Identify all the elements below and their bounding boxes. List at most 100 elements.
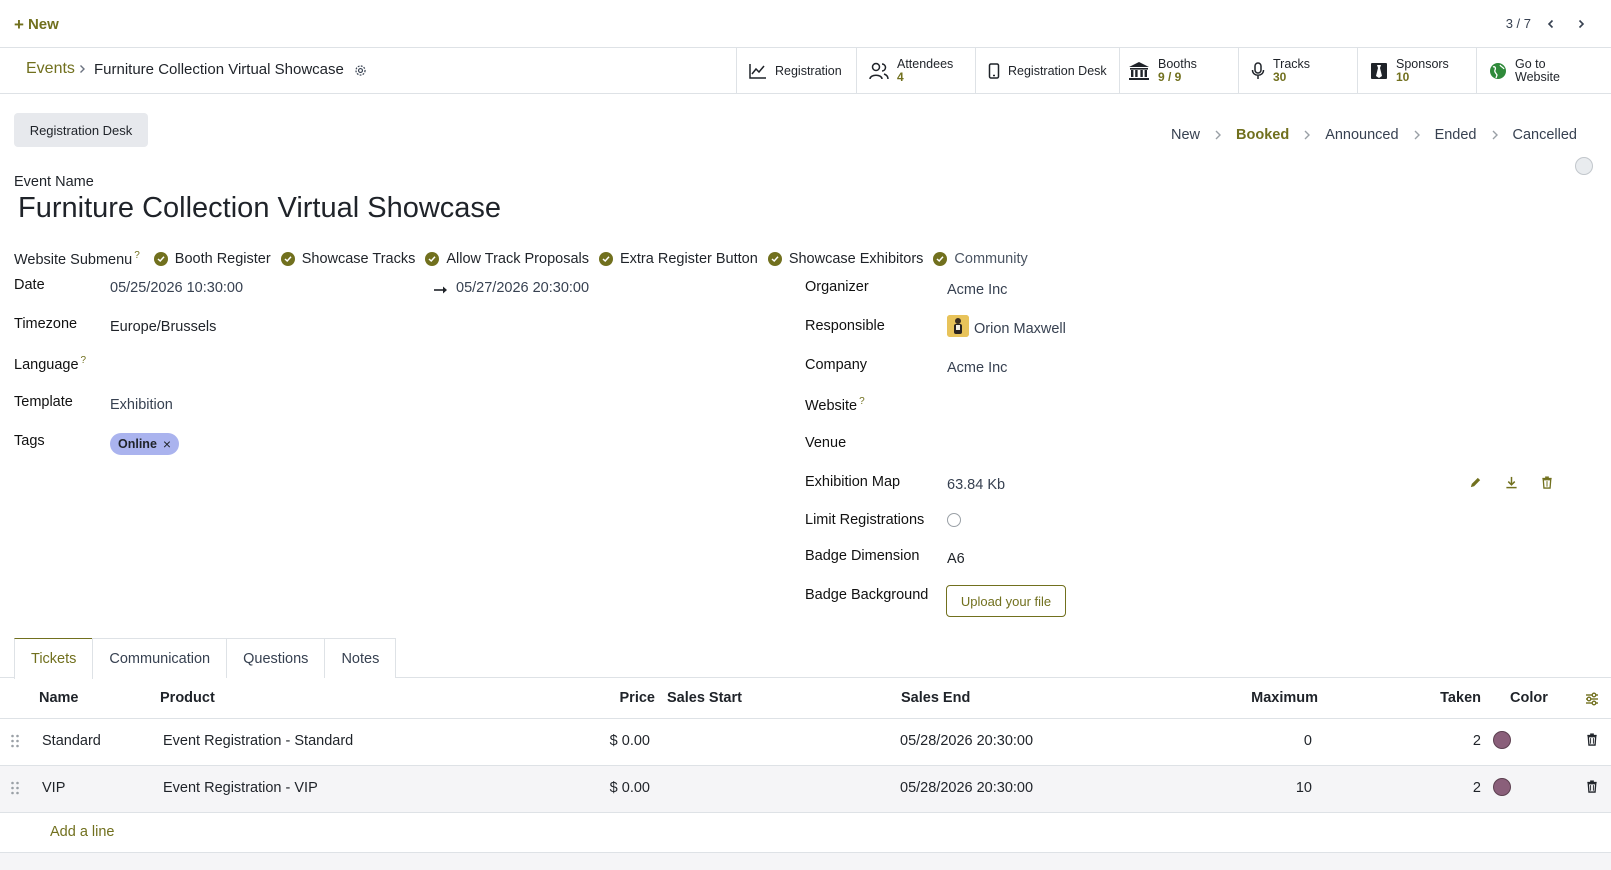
- ticket-price[interactable]: $ 0.00: [610, 780, 650, 796]
- gear-icon[interactable]: [354, 64, 367, 77]
- submenu-checkbox-community[interactable]: Community: [933, 251, 1028, 267]
- organizer-label: Organizer: [805, 279, 869, 295]
- stage-new[interactable]: New: [1171, 127, 1200, 143]
- submenu-item-label: Extra Register Button: [619, 250, 758, 267]
- tab-notes[interactable]: Notes: [324, 638, 397, 678]
- language-label: Language?: [14, 355, 87, 373]
- registration-desk-button[interactable]: Registration Desk: [14, 113, 148, 147]
- attendees-count: 4: [897, 70, 904, 84]
- booths-count: 9 / 9: [1158, 70, 1182, 84]
- upload-file-button[interactable]: Upload your file: [946, 585, 1066, 617]
- check-icon: [598, 251, 613, 266]
- column-header-sales-end[interactable]: Sales End: [901, 690, 970, 706]
- tab-questions[interactable]: Questions: [226, 638, 326, 678]
- pager-next-button[interactable]: [1571, 14, 1591, 34]
- check-icon: [425, 251, 440, 266]
- ticket-name[interactable]: VIP: [42, 780, 65, 796]
- stage-booked[interactable]: Booked: [1236, 127, 1289, 143]
- website-label-line2: Website: [1515, 70, 1560, 84]
- ticket-sales-end[interactable]: 05/28/2026 20:30:00: [900, 733, 1033, 749]
- chevron-right-icon: [1578, 19, 1585, 29]
- limit-registrations-label: Limit Registrations: [805, 512, 925, 528]
- date-end-field[interactable]: 05/27/2026 20:30:00: [456, 280, 589, 296]
- kanban-state-toggle[interactable]: [1575, 157, 1593, 175]
- registration-stat-label: Registration: [775, 63, 842, 78]
- registration-desk-smart-button[interactable]: Registration Desk: [975, 48, 1119, 94]
- ticket-product[interactable]: Event Registration - Standard: [163, 733, 353, 749]
- stage-cancelled[interactable]: Cancelled: [1513, 127, 1578, 143]
- template-field[interactable]: Exhibition: [110, 397, 173, 413]
- submenu-checkbox-showcase-exhibitors[interactable]: Showcase Exhibitors: [767, 251, 923, 267]
- column-header-price[interactable]: Price: [620, 690, 655, 706]
- tracks-button[interactable]: Tracks 30: [1238, 48, 1357, 94]
- go-to-website-button[interactable]: Go to Website: [1476, 48, 1611, 94]
- stage-ended[interactable]: Ended: [1435, 127, 1477, 143]
- bank-icon: [1129, 62, 1149, 80]
- table-row[interactable]: Standard Event Registration - Standard $ 0…: [0, 719, 1611, 765]
- ticket-color-swatch[interactable]: [1493, 731, 1511, 749]
- booths-button[interactable]: Booths 9 / 9: [1119, 48, 1238, 94]
- badge-background-label: Badge Background: [805, 587, 929, 603]
- ticket-maximum[interactable]: 10: [1296, 780, 1312, 796]
- registration-stat-button[interactable]: Registration: [736, 48, 856, 94]
- organizer-field[interactable]: Acme Inc: [947, 282, 1007, 298]
- column-header-sales-start[interactable]: Sales Start: [667, 690, 742, 706]
- help-tooltip-icon[interactable]: ?: [134, 250, 140, 261]
- badge-dimension-field[interactable]: A6: [947, 551, 965, 567]
- limit-registrations-checkbox[interactable]: [947, 513, 961, 527]
- pencil-icon[interactable]: [1467, 474, 1483, 490]
- submenu-checkbox-showcase-tracks[interactable]: Showcase Tracks: [280, 251, 415, 267]
- notebook-tabs: Tickets Communication Questions Notes: [14, 638, 397, 679]
- company-field[interactable]: Acme Inc: [947, 360, 1007, 376]
- exhibition-map-label: Exhibition Map: [805, 474, 901, 490]
- help-tooltip-icon[interactable]: ?: [81, 355, 87, 366]
- column-header-product[interactable]: Product: [160, 690, 215, 706]
- attendees-button[interactable]: Attendees 4: [856, 48, 975, 94]
- trash-icon[interactable]: [1539, 474, 1555, 490]
- badge-dimension-label: Badge Dimension: [805, 548, 920, 564]
- tags-label: Tags: [14, 433, 45, 449]
- ticket-sales-end[interactable]: 05/28/2026 20:30:00: [900, 780, 1033, 796]
- event-name-field[interactable]: Furniture Collection Virtual Showcase: [18, 192, 501, 225]
- submenu-checkbox-booth-register[interactable]: Booth Register: [153, 251, 271, 267]
- ticket-maximum[interactable]: 0: [1304, 733, 1312, 749]
- check-icon: [153, 251, 168, 266]
- table-row[interactable]: VIP Event Registration - VIP $ 0.00 05/28/2…: [0, 766, 1611, 812]
- drag-handle-icon[interactable]: [10, 734, 20, 748]
- chevron-right-icon: [1413, 130, 1421, 140]
- tab-tickets[interactable]: Tickets: [14, 638, 94, 679]
- ticket-color-swatch[interactable]: [1493, 778, 1511, 796]
- pager-previous-button[interactable]: [1541, 14, 1561, 34]
- timezone-field[interactable]: Europe/Brussels: [110, 319, 216, 335]
- chevron-right-icon: [77, 64, 87, 74]
- submenu-checkbox-allow-track-proposals[interactable]: Allow Track Proposals: [425, 251, 589, 267]
- column-header-color[interactable]: Color: [1510, 690, 1548, 706]
- date-begin-field[interactable]: 05/25/2026 10:30:00: [110, 280, 243, 296]
- website-label: Website?: [805, 396, 865, 414]
- control-panel: + New 3 / 7: [0, 0, 1611, 48]
- breadcrumb-events-link[interactable]: Events: [26, 60, 75, 78]
- sponsors-button[interactable]: Sponsors 10: [1357, 48, 1476, 94]
- sliders-icon: [1586, 692, 1598, 706]
- download-icon[interactable]: [1503, 474, 1519, 490]
- add-a-line-link[interactable]: Add a line: [50, 824, 115, 840]
- trash-icon[interactable]: [1586, 733, 1598, 746]
- close-icon[interactable]: ×: [163, 437, 171, 451]
- ticket-product[interactable]: Event Registration - VIP: [163, 780, 318, 796]
- new-button[interactable]: + New: [14, 12, 59, 36]
- users-icon: [869, 62, 889, 80]
- tab-communication[interactable]: Communication: [92, 638, 228, 678]
- ticket-price[interactable]: $ 0.00: [610, 733, 650, 749]
- optional-columns-toggle[interactable]: [1585, 692, 1599, 706]
- responsible-field[interactable]: Orion Maxwell: [974, 321, 1066, 337]
- column-header-taken[interactable]: Taken: [1440, 690, 1481, 706]
- drag-handle-icon[interactable]: [10, 781, 20, 795]
- submenu-checkbox-extra-register-button[interactable]: Extra Register Button: [598, 250, 758, 267]
- table-footer: [0, 852, 1611, 870]
- column-header-name[interactable]: Name: [39, 690, 79, 706]
- ticket-name[interactable]: Standard: [42, 733, 101, 749]
- help-tooltip-icon[interactable]: ?: [859, 396, 865, 407]
- stage-announced[interactable]: Announced: [1325, 127, 1398, 143]
- trash-icon[interactable]: [1586, 780, 1598, 793]
- column-header-maximum[interactable]: Maximum: [1251, 690, 1318, 706]
